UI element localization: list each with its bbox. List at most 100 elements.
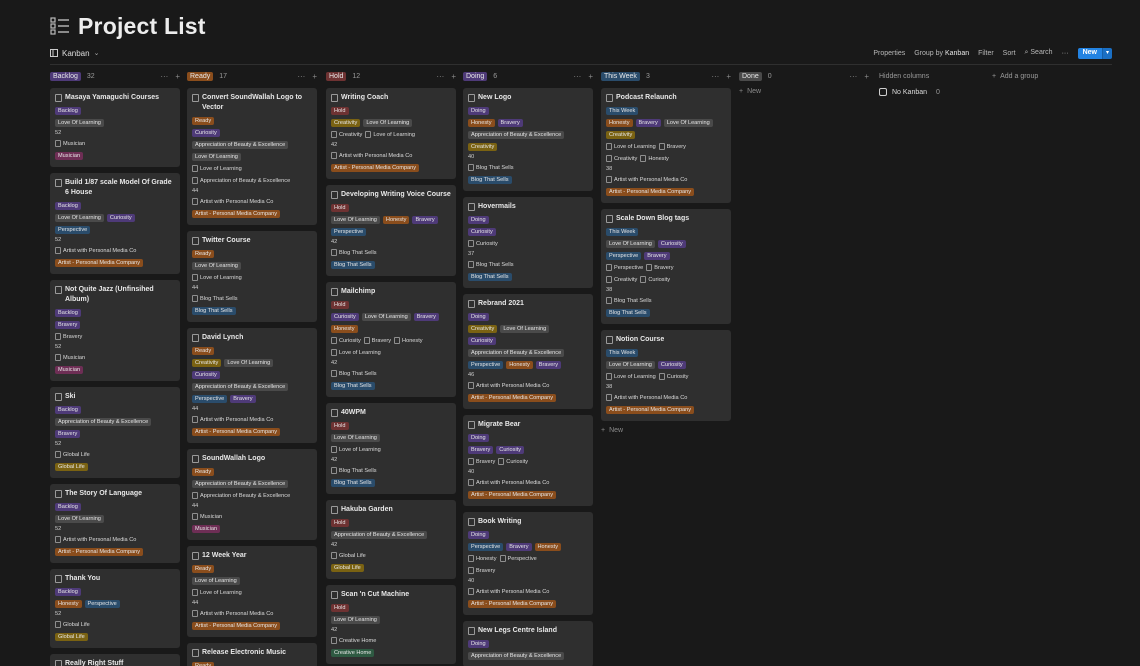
project-card[interactable]: Scan 'n Cut Machine Hold Love Of Learning 4…: [326, 585, 456, 664]
column-name[interactable]: This Week: [601, 71, 640, 81]
project-card[interactable]: Writing Coach Hold Creativity Love Of Learn…: [326, 88, 456, 179]
plus-icon[interactable]: +: [312, 72, 317, 81]
project-card[interactable]: Hakuba Garden Hold Appreciation of Beauty …: [326, 500, 456, 579]
project-card[interactable]: Scale Down Blog tags This Week Love Of Lea…: [601, 209, 731, 324]
relation-link[interactable]: Blog That Sells: [331, 467, 377, 474]
relation-link[interactable]: Global Life: [55, 621, 90, 628]
add-group-button[interactable]: + Add a group: [992, 70, 1038, 82]
project-card[interactable]: David Lynch Ready Creativity Love Of Learni…: [187, 328, 317, 443]
relation-link[interactable]: Musician: [192, 513, 222, 520]
relation-link[interactable]: Creativity: [331, 131, 362, 138]
relation-link[interactable]: Love of Learning: [331, 446, 381, 453]
column-name[interactable]: Doing: [463, 71, 488, 81]
relation-link[interactable]: Artist with Personal Media Co: [331, 152, 412, 159]
relation-link[interactable]: Global Life: [55, 451, 90, 458]
filter-button[interactable]: Filter: [978, 50, 994, 57]
project-card[interactable]: Podcast Relaunch This Week Honesty Bravery L…: [601, 88, 731, 203]
relation-link[interactable]: Curiosity: [498, 458, 528, 465]
relation-link[interactable]: Artist with Personal Media Co: [192, 610, 273, 617]
relation-link[interactable]: Bravery: [658, 143, 686, 150]
relation-link[interactable]: Perspective: [606, 264, 643, 271]
relation-link[interactable]: Blog That Sells: [192, 295, 238, 302]
relation-link[interactable]: Love of Learning: [192, 165, 242, 172]
project-card[interactable]: Masaya Yamaguchi Courses Backlog Love Of L…: [50, 88, 180, 167]
plus-icon[interactable]: +: [451, 72, 456, 81]
plus-icon[interactable]: +: [864, 72, 869, 81]
relation-link[interactable]: Artist with Personal Media Co: [606, 176, 687, 183]
project-card[interactable]: Thank You Backlog Honesty Perspective 52 Glob…: [50, 569, 180, 648]
relation-link[interactable]: Artist with Personal Media Co: [606, 394, 687, 401]
column-name[interactable]: Ready: [187, 71, 214, 81]
group-by-button[interactable]: Group by Kanban: [914, 50, 969, 57]
relation-link[interactable]: Honesty: [640, 155, 669, 162]
relation-link[interactable]: Artist with Personal Media Co: [468, 479, 549, 486]
relation-link[interactable]: Curiosity: [468, 240, 498, 247]
relation-link[interactable]: Blog That Sells: [468, 261, 514, 268]
properties-button[interactable]: Properties: [873, 50, 905, 57]
relation-link[interactable]: Creative Home: [331, 637, 376, 644]
more-icon[interactable]: ···: [160, 72, 168, 81]
relation-link[interactable]: Love of Learning: [365, 131, 415, 138]
relation-link[interactable]: Blog That Sells: [606, 297, 652, 304]
relation-link[interactable]: Appreciation of Beauty & Excellence: [192, 177, 290, 184]
project-card[interactable]: Mailchimp Hold Curiosity Love Of Learning Br…: [326, 282, 456, 397]
column-name[interactable]: Backlog: [50, 71, 81, 81]
add-card-button[interactable]: + New: [739, 88, 869, 95]
project-card[interactable]: Really Right StuffBacklog: [50, 654, 180, 666]
relation-link[interactable]: Bravery: [468, 567, 495, 574]
project-card[interactable]: 12 Week Year Ready Love of Learning Love of…: [187, 546, 317, 637]
project-card[interactable]: Developing Writing Voice Course Hold Love …: [326, 185, 456, 276]
more-icon[interactable]: ···: [573, 72, 581, 81]
column-name[interactable]: Hold: [326, 71, 347, 81]
relation-link[interactable]: Bravery: [468, 458, 495, 465]
relation-link[interactable]: Blog That Sells: [331, 370, 377, 377]
plus-icon[interactable]: +: [726, 72, 731, 81]
column-name[interactable]: Done: [739, 71, 762, 81]
relation-link[interactable]: Artist with Personal Media Co: [468, 588, 549, 595]
relation-link[interactable]: Creativity: [606, 276, 637, 283]
relation-link[interactable]: Global Life: [331, 552, 366, 559]
project-card[interactable]: Not Quite Jazz (Unfinsihed Album) Backlog…: [50, 280, 180, 381]
relation-link[interactable]: Creativity: [606, 155, 637, 162]
sort-button[interactable]: Sort: [1003, 50, 1016, 57]
relation-link[interactable]: Love of Learning: [606, 143, 656, 150]
project-card[interactable]: Book Writing Doing Perspective Bravery Hones…: [463, 512, 593, 615]
relation-link[interactable]: Musician: [55, 354, 85, 361]
more-icon[interactable]: ···: [436, 72, 444, 81]
relation-link[interactable]: Artist with Personal Media Co: [55, 536, 136, 543]
relation-link[interactable]: Love of Learning: [192, 274, 242, 281]
relation-link[interactable]: Artist with Personal Media Co: [468, 382, 549, 389]
relation-link[interactable]: Artist with Personal Media Co: [192, 416, 273, 423]
relation-link[interactable]: Love of Learning: [331, 349, 381, 356]
search-button[interactable]: ⌕ Search: [1025, 49, 1053, 57]
project-card[interactable]: Hovermails Doing Curiosity Curiosity 37 Blog …: [463, 197, 593, 288]
relation-link[interactable]: Curiosity: [640, 276, 670, 283]
project-card[interactable]: Convert SoundWallah Logo to Vector Ready C…: [187, 88, 317, 225]
plus-icon[interactable]: +: [588, 72, 593, 81]
project-card[interactable]: Rebrand 2021 Doing Creativity Love Of Learn…: [463, 294, 593, 409]
relation-link[interactable]: Love of Learning: [606, 373, 656, 380]
relation-link[interactable]: Bravery: [363, 337, 391, 344]
more-icon[interactable]: ···: [297, 72, 305, 81]
relation-link[interactable]: Artist with Personal Media Co: [55, 247, 136, 254]
relation-link[interactable]: Musician: [55, 140, 85, 147]
relation-link[interactable]: Honesty: [468, 555, 497, 562]
hidden-group-no-kanban[interactable]: No Kanban 0: [879, 88, 999, 96]
plus-icon[interactable]: +: [175, 72, 180, 81]
more-icon[interactable]: ···: [849, 72, 857, 81]
project-card[interactable]: Release Electronic Music Ready: [187, 643, 317, 666]
project-card[interactable]: New Legs Centre Island Doing Appreciation …: [463, 621, 593, 666]
project-card[interactable]: Ski Backlog Appreciation of Beauty & Excel…: [50, 387, 180, 478]
add-card-button[interactable]: + New: [601, 427, 731, 434]
project-card[interactable]: Twitter Course Ready Love Of Learning Love …: [187, 231, 317, 322]
project-card[interactable]: The Story Of Language Backlog Love Of Lear…: [50, 484, 180, 563]
project-card[interactable]: Build 1/87 scale Model Of Grade 6 House B…: [50, 173, 180, 274]
relation-link[interactable]: Appreciation of Beauty & Excellence: [192, 492, 290, 499]
new-button[interactable]: New: [1077, 47, 1102, 59]
relation-link[interactable]: Honesty: [394, 337, 423, 344]
view-switcher[interactable]: Kanban ⌄: [50, 49, 99, 58]
relation-link[interactable]: Curiosity: [658, 373, 688, 380]
relation-link[interactable]: Blog That Sells: [468, 164, 514, 171]
relation-link[interactable]: Blog That Sells: [331, 249, 377, 256]
project-card[interactable]: Migrate Bear Doing Bravery Curiosity Bravery…: [463, 415, 593, 506]
